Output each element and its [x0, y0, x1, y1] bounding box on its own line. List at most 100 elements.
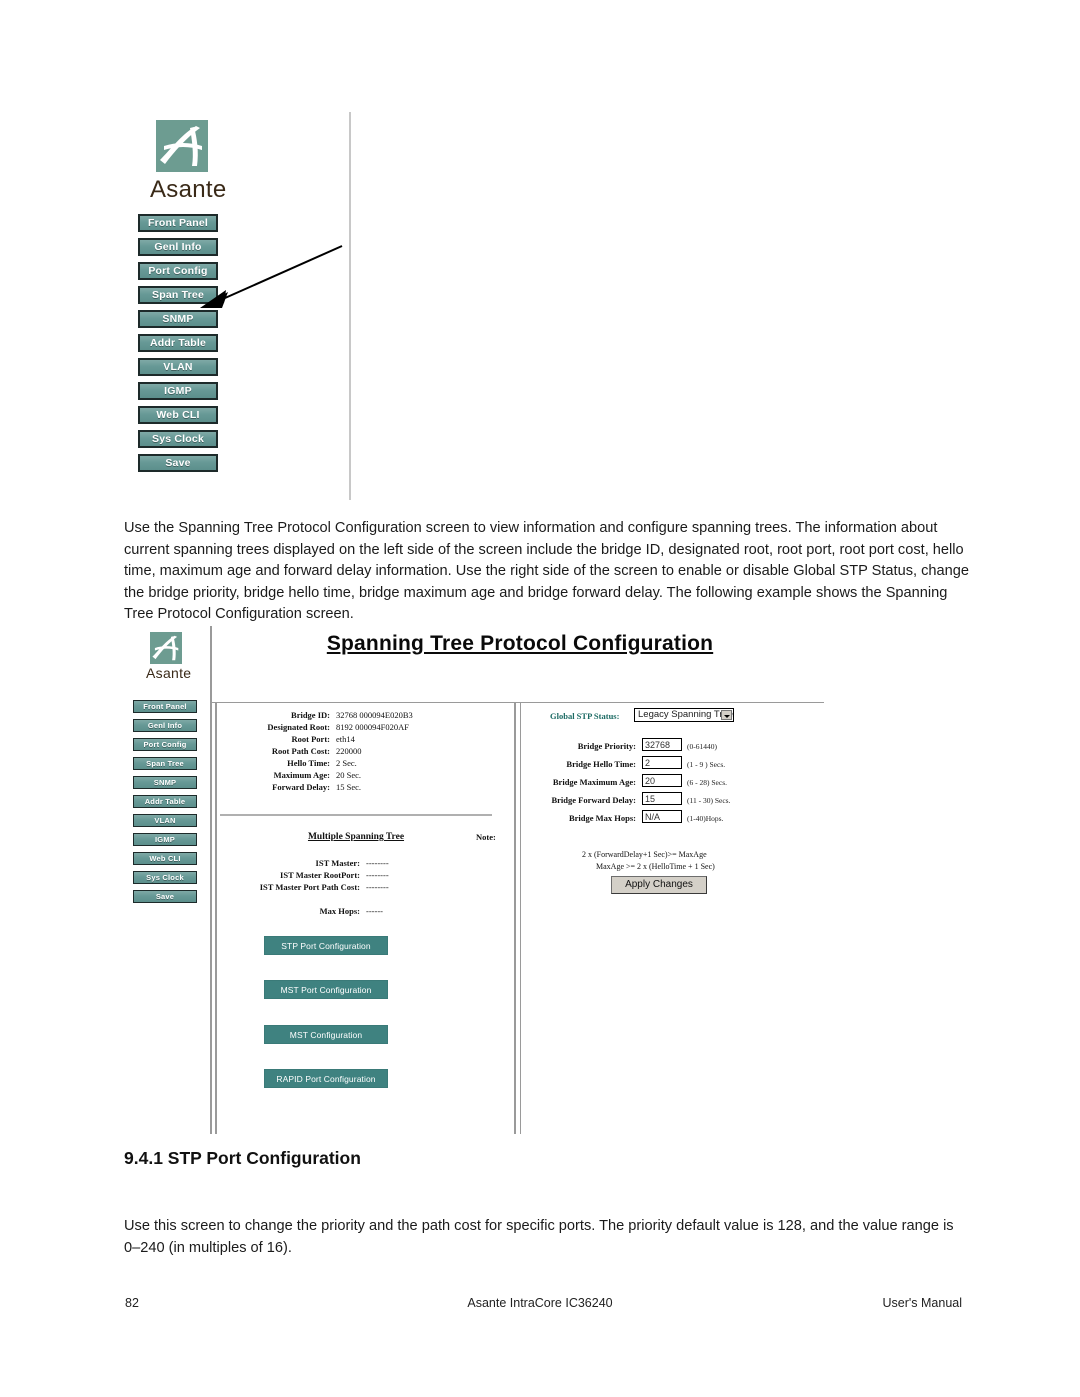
- global-stp-status-select[interactable]: Legacy Spanning Tree: [634, 708, 734, 722]
- ist-master-label: IST Master:: [315, 858, 360, 868]
- intro-paragraph: Use the Spanning Tree Protocol Configura…: [124, 520, 969, 622]
- forward-delay-value: 15 Sec.: [336, 782, 362, 792]
- right-config-panel: Global STP Status: Legacy Spanning Tree …: [476, 708, 824, 1132]
- nav-item-vlan[interactable]: VLAN: [138, 358, 218, 376]
- status-row: Hello Time: 2 Sec.: [220, 758, 490, 770]
- figure-title: Spanning Tree Protocol Configuration: [326, 632, 714, 655]
- bridge-hello-time-input[interactable]: [642, 756, 682, 769]
- footer-manual-title: User's Manual: [882, 1296, 963, 1310]
- callout-arrow-icon: [200, 245, 343, 308]
- mst-row: IST Master RootPort: --------: [220, 870, 492, 882]
- mst-configuration-button[interactable]: MST Configuration: [264, 1025, 388, 1044]
- panel-split-rule: [514, 702, 516, 1134]
- left-panel-separator: [220, 814, 492, 816]
- bridge-max-hops-label: Bridge Max Hops:: [568, 813, 636, 823]
- max-hops-row: Max Hops: ------: [220, 906, 492, 918]
- maximum-age-value: 20 Sec.: [336, 770, 362, 780]
- status-row: Designated Root: 8192 000094F020AF: [220, 722, 490, 734]
- form-row: Bridge Maximum Age: (6 - 28) Secs.: [524, 774, 824, 792]
- figure-nav-item-igmp[interactable]: IGMP: [133, 833, 197, 846]
- mst-row: IST Master Port Path Cost: --------: [220, 882, 492, 894]
- bridge-hello-time-hint: (1 - 9 ) Secs.: [687, 760, 726, 769]
- mst-port-configuration-button[interactable]: MST Port Configuration: [264, 980, 388, 999]
- figure-asante-logo-mark: [150, 632, 182, 664]
- global-stp-status-value: Legacy Spanning Tree: [638, 709, 734, 720]
- asante-logo: Asante: [148, 120, 268, 204]
- form-row: Bridge Priority: (0-61440): [524, 738, 824, 756]
- nav-item-sys-clock[interactable]: Sys Clock: [138, 430, 218, 448]
- bridge-priority-label: Bridge Priority:: [577, 741, 636, 751]
- global-stp-status-row: Global STP Status: Legacy Spanning Tree: [524, 708, 824, 724]
- figure-nav-item-span-tree[interactable]: Span Tree: [133, 757, 197, 770]
- max-hops-label: Max Hops:: [319, 906, 360, 916]
- forward-delay-label: Forward Delay:: [272, 782, 330, 792]
- ist-master-rootport-value: --------: [366, 870, 389, 880]
- figure-nav-item-port-config[interactable]: Port Config: [133, 738, 197, 751]
- status-row: Bridge ID: 32768 000094E020B3: [220, 710, 490, 722]
- asante-logo-mark: [156, 120, 208, 172]
- root-path-cost-value: 220000: [336, 746, 362, 756]
- note-label: Note:: [476, 832, 496, 842]
- bridge-hello-time-label: Bridge Hello Time:: [566, 759, 636, 769]
- figure-nav-item-addr-table[interactable]: Addr Table: [133, 795, 197, 808]
- hello-time-value: 2 Sec.: [336, 758, 357, 768]
- bridge-id-label: Bridge ID:: [291, 710, 330, 720]
- top-nav-screenshot: Asante Front Panel Genl Info Port Config…: [124, 112, 368, 502]
- bridge-forward-delay-hint: (11 - 30) Secs.: [687, 796, 731, 805]
- panel-split-rule-inner: [520, 702, 521, 1134]
- bridge-priority-hint: (0-61440): [687, 742, 717, 751]
- figure-nav-item-vlan[interactable]: VLAN: [133, 814, 197, 827]
- maximum-age-label: Maximum Age:: [273, 770, 330, 780]
- note-line-2: MaxAge >= 2 x (HelloTime + 1 Sec): [596, 862, 715, 871]
- left-status-panel: Bridge ID: 32768 000094E020B3 Designated…: [220, 708, 512, 1132]
- form-row: Bridge Hello Time: (1 - 9 ) Secs.: [524, 756, 824, 774]
- ist-master-port-path-cost-value: --------: [366, 882, 389, 892]
- bridge-max-hops-hint: (1-40)Hops.: [687, 814, 724, 823]
- nav-item-addr-table[interactable]: Addr Table: [138, 334, 218, 352]
- global-stp-status-label: Global STP Status:: [550, 711, 620, 721]
- figure-nav-item-front-panel[interactable]: Front Panel: [133, 700, 197, 713]
- section-body: Use this screen to change the priority a…: [124, 1218, 954, 1256]
- ist-master-value: --------: [366, 858, 389, 868]
- figure-asante-wordmark: Asante: [146, 665, 192, 681]
- figure-nav-item-sys-clock[interactable]: Sys Clock: [133, 871, 197, 884]
- asante-swoosh-icon: [156, 120, 208, 172]
- designated-root-label: Designated Root:: [267, 722, 330, 732]
- figure-asante-logo: Asante: [140, 632, 210, 681]
- nav-item-front-panel[interactable]: Front Panel: [138, 214, 218, 232]
- root-port-value: eth14: [336, 734, 355, 744]
- bridge-maximum-age-input[interactable]: [642, 774, 682, 787]
- figure-nav-item-web-cli[interactable]: Web CLI: [133, 852, 197, 865]
- page-footer: 82 Asante IntraCore IC36240 User's Manua…: [0, 1296, 1080, 1316]
- nav-item-save[interactable]: Save: [138, 454, 218, 472]
- nav-item-igmp[interactable]: IGMP: [138, 382, 218, 400]
- bridge-parameter-form: Bridge Priority: (0-61440) Bridge Hello …: [524, 738, 824, 828]
- nav-item-snmp[interactable]: SNMP: [138, 310, 218, 328]
- bridge-forward-delay-input[interactable]: [642, 792, 682, 805]
- bridge-priority-input[interactable]: [642, 738, 682, 751]
- stp-port-configuration-button[interactable]: STP Port Configuration: [264, 936, 388, 955]
- status-row: Root Path Cost: 220000: [220, 746, 490, 758]
- asante-wordmark: Asante: [150, 176, 227, 203]
- chevron-down-icon[interactable]: [721, 710, 732, 720]
- bridge-maximum-age-hint: (6 - 28) Secs.: [687, 778, 727, 787]
- bridge-forward-delay-label: Bridge Forward Delay:: [551, 795, 636, 805]
- mst-table: IST Master: -------- IST Master RootPort…: [220, 858, 492, 894]
- bridge-id-value: 32768 000094E020B3: [336, 710, 413, 720]
- nav-item-web-cli[interactable]: Web CLI: [138, 406, 218, 424]
- figure-nav-item-genl-info[interactable]: Genl Info: [133, 719, 197, 732]
- mst-row: IST Master: --------: [220, 858, 492, 870]
- figure-nav-button-list: Front Panel Genl Info Port Config Span T…: [133, 700, 205, 909]
- rapid-port-configuration-button[interactable]: RAPID Port Configuration: [264, 1069, 388, 1088]
- apply-changes-button[interactable]: Apply Changes: [611, 876, 707, 894]
- figure-nav-item-save[interactable]: Save: [133, 890, 197, 903]
- mst-heading: Multiple Spanning Tree: [307, 832, 405, 842]
- content-left-rule-inner: [215, 702, 217, 1134]
- status-row: Root Port: eth14: [220, 734, 490, 746]
- ist-master-rootport-label: IST Master RootPort:: [280, 870, 360, 880]
- root-path-cost-label: Root Path Cost:: [271, 746, 330, 756]
- ist-master-port-path-cost-label: IST Master Port Path Cost:: [259, 882, 360, 892]
- bridge-max-hops-input[interactable]: [642, 810, 682, 823]
- figure-nav-item-snmp[interactable]: SNMP: [133, 776, 197, 789]
- content-top-rule: [212, 702, 824, 703]
